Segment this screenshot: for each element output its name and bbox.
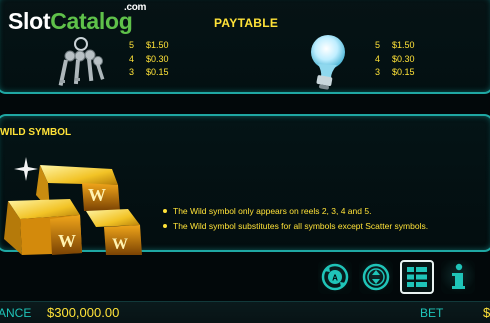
wild-symbol-title: WILD SYMBOL (0, 127, 72, 138)
pay-row: 4 $0.30 (129, 53, 169, 64)
autoplay-button[interactable]: A (318, 260, 352, 294)
pay-row: 3 $0.15 (375, 67, 415, 77)
pay-row: 5 $1.50 (129, 40, 169, 50)
keys-icon (58, 37, 105, 86)
pay-row: 4 $0.30 (375, 53, 415, 64)
bulb-paytable: 5 $1.50 4 $0.30 3 $0.15 (375, 39, 415, 80)
paytable-title: PAYTABLE (214, 16, 279, 30)
info-button[interactable] (441, 260, 475, 294)
pay-row: 5 $1.50 (375, 40, 415, 50)
slotcatalog-logo: SlotCatalog .com (8, 2, 147, 34)
wild-rules-list: The Wild symbol only appears on reels 2,… (162, 204, 428, 234)
balance-label: ANCE (0, 306, 32, 320)
balance-value: $300,000.00 (47, 305, 120, 320)
keys-paytable: 5 $1.50 4 $0.30 3 $0.15 (129, 39, 169, 80)
info-icon (452, 263, 465, 289)
bet-coin-icon (362, 263, 390, 291)
gold-bars-wild-icon: W W W (4, 157, 142, 255)
list-item: The Wild symbol substitutes for all symb… (162, 219, 428, 234)
bet-label: BET (420, 306, 444, 320)
svg-text:W: W (88, 185, 106, 205)
paytable-menu-icon (407, 267, 427, 287)
pay-row: 3 $0.15 (129, 67, 169, 77)
svg-text:W: W (112, 236, 128, 253)
bet-button[interactable] (359, 260, 393, 294)
list-item: The Wild symbol only appears on reels 2,… (162, 204, 428, 219)
bet-value: $ (483, 305, 490, 320)
autoplay-icon: A (321, 263, 349, 291)
light-bulb-icon (311, 35, 345, 90)
svg-text:A: A (332, 274, 338, 283)
paytable-button[interactable] (400, 260, 434, 294)
svg-text:W: W (58, 231, 76, 251)
